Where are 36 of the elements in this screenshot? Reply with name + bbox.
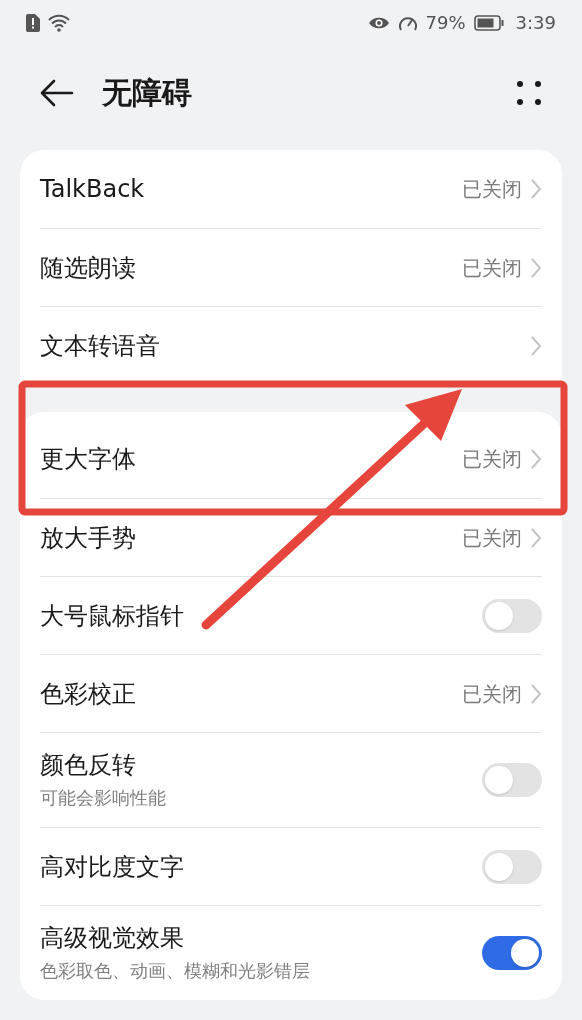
chevron-right-icon (530, 178, 542, 200)
sim-alert-icon (26, 13, 40, 32)
wifi-icon (48, 13, 70, 32)
chevron-right-icon (530, 448, 542, 470)
setting-value: 已关闭 (462, 524, 522, 552)
toggle-switch[interactable] (482, 849, 542, 884)
battery-icon (473, 14, 504, 31)
setting-label: 色彩校正 (40, 678, 136, 709)
setting-label: 更大字体 (40, 444, 136, 474)
chevron-right-icon (530, 682, 542, 705)
setting-value: 已关闭 (462, 176, 522, 203)
more-options-icon[interactable] (516, 79, 542, 106)
chevron-right-icon (530, 526, 542, 549)
setting-subtitle: 可能会影响性能 (40, 785, 166, 810)
eye-icon (367, 15, 390, 30)
setting-label: 放大手势 (40, 522, 136, 553)
chevron-right-icon (530, 256, 542, 279)
page-title: 无障碍 (102, 74, 192, 112)
setting-label: TalkBack (40, 174, 145, 204)
setting-label: 高级视觉效果 (40, 922, 185, 953)
setting-subtitle: 色彩取色、动画、模糊和光影错层 (40, 958, 310, 983)
setting-value: 已关闭 (462, 680, 522, 708)
toggle-switch[interactable] (482, 763, 542, 797)
back-arrow-icon[interactable] (40, 78, 74, 107)
setting-value: 已关闭 (462, 446, 522, 473)
setting-value: 已关闭 (462, 254, 522, 282)
toggle-switch[interactable] (482, 936, 542, 970)
clock: 3:39 (515, 11, 556, 35)
setting-label: 大号鼠标指针 (40, 600, 184, 631)
chevron-right-icon (530, 334, 542, 357)
battery-percent: 79% (425, 11, 466, 35)
setting-label: 颜色反转 (40, 749, 137, 780)
toggle-switch[interactable] (482, 598, 542, 633)
setting-label: 文本转语音 (40, 330, 160, 361)
setting-label: 高对比度文字 (40, 851, 184, 882)
setting-label: 随选朗读 (40, 252, 136, 283)
